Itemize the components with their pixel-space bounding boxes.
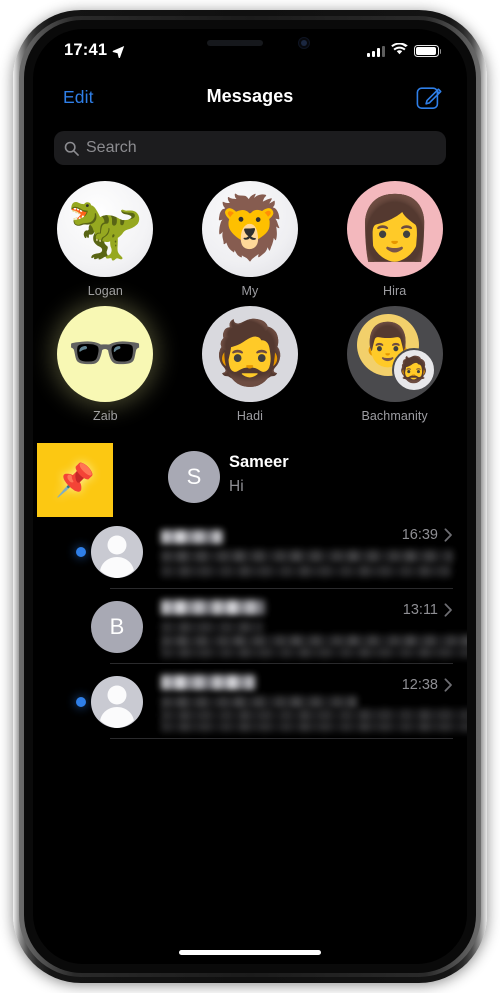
person-placeholder-icon <box>100 535 134 578</box>
person-placeholder-icon <box>100 685 134 728</box>
page-title: Messages <box>206 86 294 106</box>
search-input[interactable]: Search <box>86 139 137 157</box>
pinned-contact-logan[interactable]: 🦖 Logan <box>33 181 178 298</box>
conversation-meta: 16:39 <box>402 527 453 543</box>
conversation-meta: 13:11 <box>403 602 453 618</box>
compose-icon[interactable] <box>416 84 442 110</box>
conversation-row-3[interactable]: 12:38 <box>33 664 467 739</box>
memoji-woman-icon: 👩 <box>355 194 434 263</box>
conversation-preview: Hi <box>229 478 244 495</box>
pinned-contact-my[interactable]: 🦁 My <box>178 181 323 298</box>
navigation-bar: Edit Messages <box>33 75 467 123</box>
redacted-name <box>161 600 265 615</box>
phone-screen: 17:41 Edit Messages Search 🦖 Logan 🦁 My … <box>33 29 467 964</box>
battery-full-icon <box>414 45 442 57</box>
conversation-text-block: Sameer Hi <box>229 439 453 514</box>
messages-content: Search 🦖 Logan 🦁 My 👩 Hira 🕶️ Zaib 🧔 Had… <box>33 123 467 964</box>
redacted-preview-line3 <box>161 721 467 732</box>
pinned-contact-label: Zaib <box>92 409 118 423</box>
chevron-right-icon[interactable] <box>444 528 453 542</box>
conversation-row-1[interactable]: 16:39 <box>33 514 467 589</box>
chevron-right-icon[interactable] <box>444 603 453 617</box>
avatar[interactable]: 👩 <box>346 181 443 277</box>
unread-indicator <box>76 546 86 557</box>
pin-swipe-action-button[interactable]: 📌 <box>37 443 113 517</box>
wifi-icon <box>391 42 408 60</box>
pinned-contact-label: My <box>241 284 259 298</box>
chevron-right-icon[interactable] <box>444 678 453 692</box>
avatar[interactable]: 🕶️ <box>57 306 154 402</box>
conversation-time: 12:38 <box>401 677 438 693</box>
pin-icon: 📌 <box>55 462 95 498</box>
avatar[interactable]: 🦁 <box>201 181 298 277</box>
conversation-meta: 12:38 <box>402 677 453 693</box>
redacted-name <box>161 530 223 544</box>
redacted-preview-line3 <box>161 647 467 658</box>
avatar[interactable]: 🦖 <box>57 181 154 277</box>
conversation-list: 📌 S Sameer Hi 16:39 B 13:11 12:38 <box>33 439 467 739</box>
search-icon <box>64 141 79 156</box>
device-notch <box>166 29 334 56</box>
avatar[interactable] <box>91 675 143 728</box>
pinned-contact-zaib[interactable]: 🕶️ Zaib <box>33 306 178 423</box>
conversation-text-block: 13:11 <box>161 589 467 664</box>
avatar[interactable] <box>91 525 143 578</box>
conversation-text-block: 16:39 <box>161 514 453 589</box>
pinned-contact-hadi[interactable]: 🧔 Hadi <box>178 306 323 423</box>
conversation-row-2[interactable]: B 13:11 <box>33 589 467 664</box>
redacted-preview-line1 <box>161 696 357 709</box>
earpiece-speaker <box>207 40 263 46</box>
memoji-bearded-man-icon: 🧔 <box>211 319 289 388</box>
avatar-initial: S <box>186 463 202 489</box>
status-bar-indicators <box>367 42 442 60</box>
cellular-bars-icon <box>367 45 385 57</box>
conversation-row-sameer[interactable]: 📌 S Sameer Hi <box>33 439 467 517</box>
memoji-dinosaur-icon: 🦖 <box>66 194 144 263</box>
group-avatar[interactable]: 👨 🧔 <box>346 306 443 402</box>
pinned-contact-hira[interactable]: 👩 Hira <box>322 181 467 298</box>
location-arrow-icon <box>112 44 125 59</box>
pinned-contact-label: Hadi <box>236 409 264 423</box>
front-camera-icon <box>298 37 310 49</box>
memoji-sunglasses-icon: 🕶️ <box>66 319 144 388</box>
status-bar-time-group: 17:41 <box>64 41 125 60</box>
redacted-preview-line2 <box>161 565 451 577</box>
avatar-initial: B <box>109 613 125 639</box>
avatar[interactable]: B <box>91 600 143 653</box>
conversation-time: 13:11 <box>402 602 438 618</box>
avatar[interactable]: 🧔 <box>201 306 298 402</box>
memoji-secondary-icon: 🧔 <box>391 348 436 392</box>
home-indicator[interactable] <box>179 950 321 955</box>
search-field[interactable]: Search <box>54 131 446 165</box>
memoji-lion-icon: 🦁 <box>211 194 289 263</box>
conversation-text-block: 12:38 <box>161 664 467 739</box>
redacted-preview-line1 <box>161 621 263 634</box>
screenshot-stage: 17:41 Edit Messages Search 🦖 Logan 🦁 My … <box>0 0 500 993</box>
pinned-contact-label: Hira <box>382 284 407 298</box>
unread-indicator <box>76 696 86 707</box>
status-bar-time: 17:41 <box>64 41 108 59</box>
redacted-preview-line1 <box>161 550 453 563</box>
pinned-contact-bachmanity[interactable]: 👨 🧔 Bachmanity <box>322 306 467 423</box>
pinned-contact-label: Bachmanity <box>361 409 428 423</box>
avatar[interactable]: S <box>168 450 220 503</box>
pinned-contacts-grid: 🦖 Logan 🦁 My 👩 Hira 🕶️ Zaib 🧔 Hadi 👨 🧔 B… <box>33 181 467 431</box>
conversation-time: 16:39 <box>401 527 438 543</box>
redacted-name <box>161 675 255 690</box>
pinned-contact-label: Logan <box>87 284 123 298</box>
conversation-name: Sameer <box>229 453 289 471</box>
conversation-header: Sameer <box>229 453 453 472</box>
